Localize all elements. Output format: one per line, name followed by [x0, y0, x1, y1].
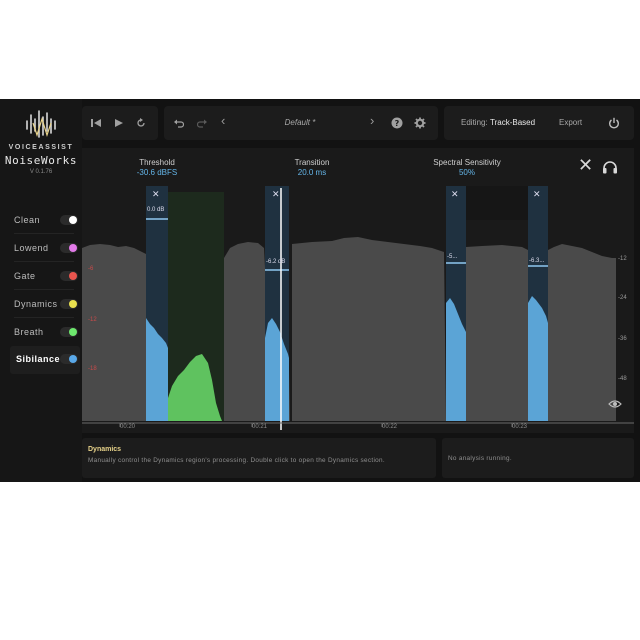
band-gain-value[interactable]: 0.0 dB: [147, 207, 164, 213]
divider: [14, 261, 74, 262]
gear-icon[interactable]: [414, 117, 426, 129]
sidebar-item-label: Lowend: [14, 243, 49, 253]
status-dot: [69, 328, 77, 336]
clean-toggle[interactable]: [60, 215, 78, 225]
noiseworks-app: VOICEASSIST NoiseWorks V 0.1.76 Clean Lo…: [0, 99, 640, 482]
sidebar-item-label: Breath: [14, 327, 44, 337]
status-dot: [69, 355, 77, 363]
sidebar-item-label: Sibilance: [16, 354, 61, 364]
gate-toggle[interactable]: [60, 271, 78, 281]
help-icon[interactable]: ?: [391, 117, 403, 129]
analysis-status: No analysis running.: [448, 455, 512, 462]
sensitivity-label: Spectral Sensitivity: [433, 158, 501, 167]
timeline-label: 00:21: [252, 424, 268, 430]
status-dot: [69, 244, 77, 252]
timeline-label: 00:22: [382, 424, 398, 430]
transition-param[interactable]: Transition 20.0 ms: [257, 158, 367, 177]
undo-icon[interactable]: [174, 118, 184, 128]
chevron-left-icon[interactable]: ‹: [221, 114, 225, 127]
sidebar-item-dynamics[interactable]: Dynamics: [8, 291, 80, 317]
chevron-right-icon[interactable]: ›: [370, 114, 374, 127]
lowend-toggle[interactable]: [60, 243, 78, 253]
sensitivity-value[interactable]: 50%: [412, 168, 522, 177]
db-scale-left: -12: [88, 317, 97, 323]
band-close-icon[interactable]: ✕: [451, 189, 459, 200]
preset-bar: ‹ Default * › ?: [164, 106, 438, 140]
transition-value[interactable]: 20.0 ms: [257, 168, 367, 177]
timeline-label: 00:20: [120, 424, 136, 430]
mode-bar: Editing: Track-Based Export: [444, 106, 634, 140]
divider: [14, 233, 74, 234]
transport-bar: [82, 106, 158, 140]
version-label: V 0.1.76: [29, 169, 53, 175]
play-icon[interactable]: [114, 118, 124, 128]
band-close-icon[interactable]: ✕: [152, 189, 160, 200]
status-dot: [69, 272, 77, 280]
db-scale-left: -18: [88, 366, 97, 372]
db-scale-right: -36: [618, 336, 627, 342]
waveform-logo-icon: [26, 110, 56, 138]
redo-icon[interactable]: [197, 118, 207, 128]
loop-icon[interactable]: [136, 118, 146, 128]
divider: [14, 317, 74, 318]
threshold-param[interactable]: Threshold -30.6 dBFS: [102, 158, 212, 177]
breath-toggle[interactable]: [60, 327, 78, 337]
sidebar-item-label: Gate: [14, 271, 36, 281]
band-gain-value[interactable]: -6.2 dB: [266, 259, 285, 265]
eye-icon[interactable]: [608, 399, 622, 409]
db-scale-right: -48: [618, 376, 627, 382]
transition-label: Transition: [294, 158, 330, 167]
close-icon[interactable]: ✕: [578, 156, 593, 174]
brand-name: NoiseWorks: [4, 154, 78, 167]
waveform-canvas[interactable]: [82, 148, 634, 433]
power-icon[interactable]: [608, 117, 620, 129]
threshold-label: Threshold: [139, 158, 175, 167]
divider: [14, 289, 74, 290]
band-gain-value[interactable]: -5...: [447, 254, 457, 260]
editing-label: Editing:: [461, 118, 488, 127]
sidebar-item-label: Dynamics: [14, 299, 58, 309]
status-panel: No analysis running.: [442, 438, 634, 478]
sidebar-item-clean[interactable]: Clean: [8, 207, 80, 233]
export-button[interactable]: Export: [559, 118, 582, 127]
sibilance-toggle[interactable]: [60, 354, 78, 364]
band-wave: [528, 296, 548, 421]
info-panel-text: Manually control the Dynamics region's p…: [88, 457, 385, 464]
band-link: [466, 186, 528, 220]
db-scale-right: -24: [618, 295, 627, 301]
db-scale-right: -12: [618, 256, 627, 262]
band-close-icon[interactable]: ✕: [533, 189, 541, 200]
band-gain-value[interactable]: -6.3...: [529, 258, 544, 264]
band-close-icon[interactable]: ✕: [272, 189, 280, 200]
threshold-value[interactable]: -30.6 dBFS: [102, 168, 212, 177]
sidebar: VOICEASSIST NoiseWorks V 0.1.76 Clean Lo…: [0, 99, 82, 482]
sidebar-item-breath[interactable]: Breath: [8, 319, 80, 345]
status-dot: [69, 300, 77, 308]
sensitivity-param[interactable]: Spectral Sensitivity 50%: [412, 158, 522, 177]
sidebar-item-label: Clean: [14, 215, 41, 225]
sidebar-item-sibilance[interactable]: Sibilance: [10, 346, 80, 374]
db-scale-left: -6: [88, 266, 94, 272]
svg-text:?: ?: [395, 119, 400, 128]
editing-mode-value[interactable]: Track-Based: [490, 118, 535, 127]
dynamics-toggle[interactable]: [60, 299, 78, 309]
info-panel-title: Dynamics: [88, 446, 122, 453]
sidebar-item-gate[interactable]: Gate: [8, 263, 80, 289]
info-panel: Dynamics Manually control the Dynamics r…: [82, 438, 436, 478]
brand-tagline: VOICEASSIST: [8, 144, 74, 151]
skip-back-icon[interactable]: [91, 118, 101, 128]
timeline-label: 00:23: [512, 424, 528, 430]
headphones-icon[interactable]: [602, 160, 618, 174]
waveform-display[interactable]: Threshold -30.6 dBFS Transition 20.0 ms …: [82, 148, 634, 433]
sidebar-item-lowend[interactable]: Lowend: [8, 235, 80, 261]
status-dot: [69, 216, 77, 224]
preset-name[interactable]: Default *: [254, 118, 346, 127]
